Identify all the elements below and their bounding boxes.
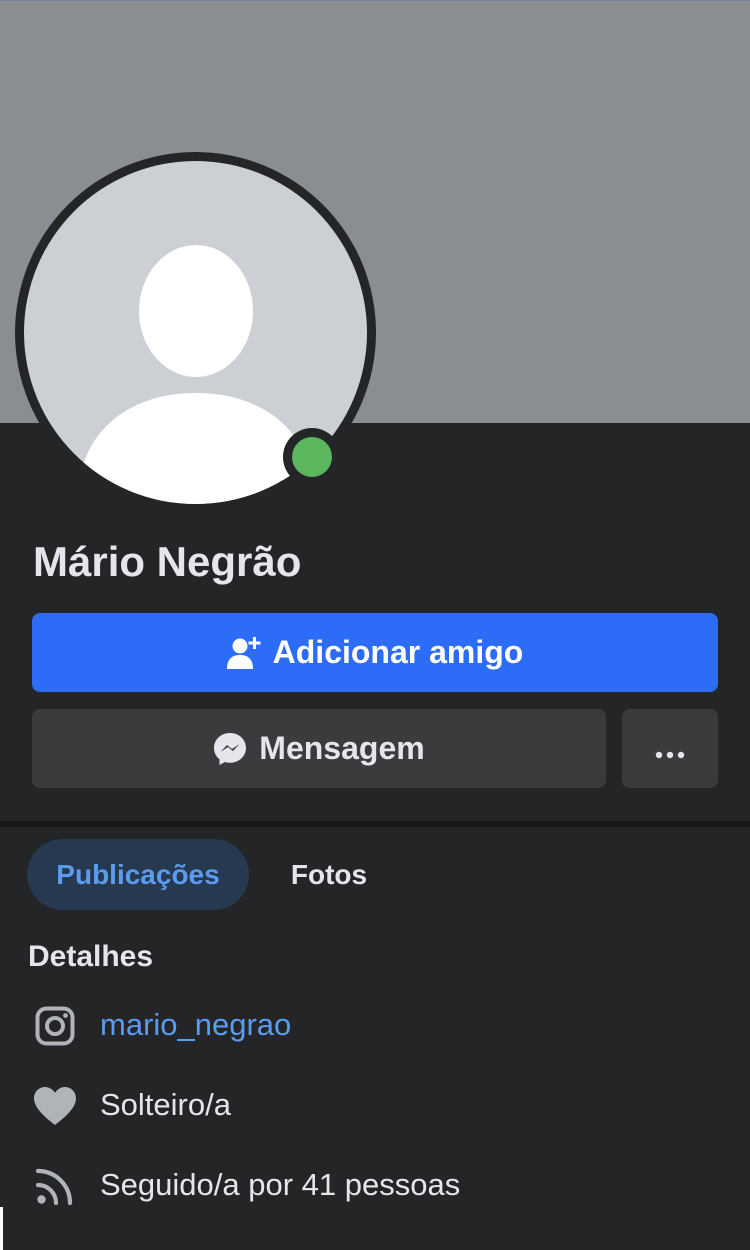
- relationship-status: Solteiro/a: [100, 1087, 231, 1122]
- messenger-icon: [213, 732, 247, 766]
- instagram-link[interactable]: mario_negrao: [100, 1007, 291, 1043]
- add-friend-label: Adicionar amigo: [272, 634, 524, 670]
- message-button[interactable]: Mensagem: [32, 709, 606, 788]
- profile-name: Mário Negrão: [33, 538, 302, 585]
- more-options-button[interactable]: [622, 709, 718, 788]
- section-divider: [0, 821, 750, 827]
- instagram-icon: [33, 1004, 77, 1048]
- more-dots-icon: [655, 730, 685, 767]
- online-status-dot: [292, 437, 332, 477]
- tab-publicacoes[interactable]: Publicações: [27, 839, 249, 910]
- detail-row-relationship: Solteiro/a: [0, 1076, 750, 1136]
- heart-icon: [33, 1084, 77, 1128]
- add-friend-icon: [226, 636, 261, 670]
- add-friend-button[interactable]: Adicionar amigo: [32, 613, 718, 692]
- detail-row-instagram[interactable]: mario_negrao: [0, 996, 750, 1056]
- profile-page: Mário Negrão Adicionar amigo Mensagem Pu…: [0, 0, 750, 1250]
- tab-fotos[interactable]: Fotos: [268, 839, 390, 910]
- followers-icon: [33, 1164, 77, 1208]
- detail-row-followers: Seguido/a por 41 pessoas: [0, 1156, 750, 1216]
- followers-count: Seguido/a por 41 pessoas: [100, 1167, 461, 1202]
- details-title: Detalhes: [28, 940, 154, 973]
- edge-mark: [0, 1207, 3, 1250]
- message-label: Mensagem: [259, 730, 425, 766]
